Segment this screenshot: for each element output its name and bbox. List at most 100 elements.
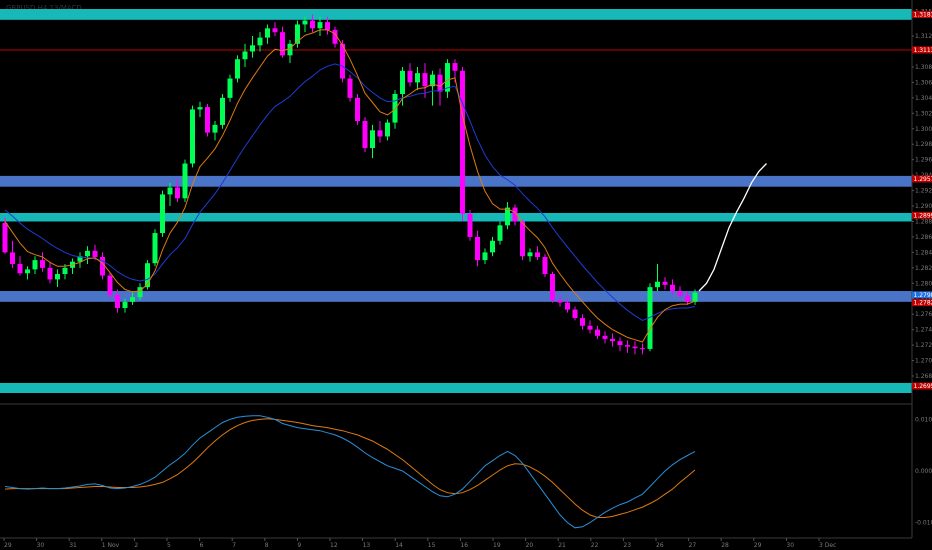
candle-body [655,281,660,288]
price-chart[interactable]: GBPUSD,H4 13/MACD 1.315201.314601.312001… [0,0,932,550]
candle[interactable] [107,271,113,299]
candle[interactable] [347,74,353,102]
time-tick-label: 15 [428,542,436,549]
price-tick-label: 1.26800 [915,373,932,380]
price-tick-label: 1.27200 [915,342,932,349]
candle[interactable] [2,217,8,254]
candle-body [662,281,668,285]
candle[interactable] [362,117,368,152]
candle-body [62,267,68,275]
price-tick-label: 1.31200 [915,33,932,40]
candle-body [400,70,405,94]
time-tick-label: 28 [721,542,729,549]
price-tick-label: 1.28400 [915,249,932,256]
candle[interactable] [460,66,465,222]
price-tag: 1.31132 [912,46,932,54]
candle-body [317,22,323,29]
time-tick-label: 26 [656,542,664,549]
candle-body [287,43,293,56]
time-tick-label: 14 [395,542,403,549]
price-tick-label: 1.27000 [915,358,932,365]
candle-body [437,74,443,92]
price-tag: 1.27989 [912,291,932,299]
price-tag: 1.26959 [912,382,932,390]
candle-body [220,97,225,125]
candle-body [32,260,38,270]
candle-body [115,294,120,309]
macd-tick-label: -0.0100 [915,520,932,527]
price-tag: 1.28995 [912,211,932,219]
price-tick-label: 1.28600 [915,234,932,241]
price-tag-label: 1.26959 [914,383,932,390]
candle[interactable] [227,74,233,102]
price-tag: 1.27822 [912,299,932,307]
candle-body [475,236,480,261]
time-tick-label: 9 [297,542,301,549]
candle-body [422,73,428,87]
candle-body [55,274,60,280]
candle-body [310,20,315,29]
candle-body [175,187,180,199]
candle-body [280,32,285,56]
candle-body [182,163,188,199]
candle-body [205,107,210,133]
candle-body [167,187,173,195]
price-tag-label: 1.31132 [914,47,932,54]
chart-background [0,0,932,550]
candle-body [385,122,390,137]
candle-body [452,63,458,71]
candle-body [2,223,8,253]
candle-body [460,70,465,214]
price-tick-label: 1.30000 [915,126,932,133]
zone-cyan-0 [0,9,912,20]
candle[interactable] [467,209,473,241]
candle-body [250,45,255,52]
candle-body [610,338,615,342]
candle-body [640,348,645,350]
candle-body [467,213,473,237]
candle[interactable] [235,55,240,83]
candle[interactable] [152,229,158,267]
time-tick-label: 19 [493,542,501,549]
candle[interactable] [220,93,225,129]
price-tick-label: 1.30400 [915,95,932,102]
time-tick-label: 1 Nov [102,542,120,549]
price-tag-label: 1.27822 [914,300,932,307]
candle-body [415,73,420,83]
candle-body [377,130,383,137]
zone-blue-1 [0,175,912,187]
candle[interactable] [182,159,188,203]
candle[interactable] [550,271,555,303]
candle-body [40,260,45,268]
candle-body [85,250,90,257]
candle-body [632,346,638,349]
zone-cyan-4 [0,382,912,393]
candle-body [602,335,608,339]
candle-body [587,325,593,330]
candle-body [407,70,413,83]
candle-body [265,28,270,38]
macd-tick-label: 0.0100 [915,416,932,423]
candle[interactable] [542,253,548,278]
candle-body [362,121,368,149]
price-tick-label: 1.28800 [915,218,932,225]
candle[interactable] [160,190,165,237]
candle-body [160,194,165,234]
price-tag: 1.31833 [912,10,932,18]
price-tick-label: 1.29000 [915,203,932,210]
macd-tick-label: 0.0000 [915,468,932,475]
price-tag-label: 1.29573 [914,176,932,183]
candle-body [302,20,308,25]
time-tick-label: 29 [4,542,12,549]
candle-body [190,109,195,164]
candle-body [670,284,675,292]
price-tag-label: 1.27989 [914,292,932,299]
candle-body [272,28,278,33]
candle[interactable] [190,105,195,168]
candle[interactable] [355,93,360,125]
price-tick-label: 1.30800 [915,64,932,71]
candle[interactable] [205,104,210,137]
candle[interactable] [520,219,525,261]
candle-body [565,302,570,310]
candle-body [617,341,623,346]
